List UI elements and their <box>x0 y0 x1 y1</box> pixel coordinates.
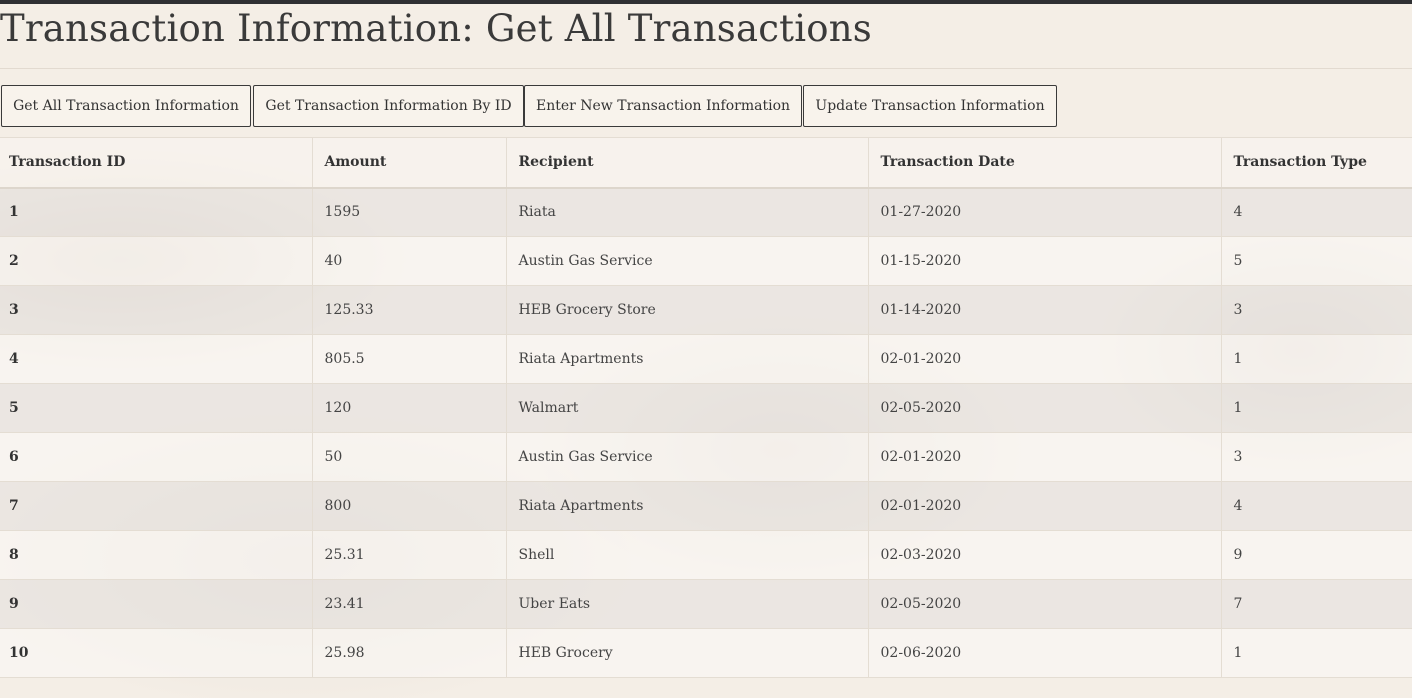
transaction-date-cell: 02-01-2020 <box>867 481 1221 531</box>
transaction-date-cell: 02-01-2020 <box>867 334 1221 384</box>
transaction-type-cell: 3 <box>1220 285 1412 335</box>
action-tabs: Get All Transaction Information Get Tran… <box>1 85 1057 127</box>
amount-cell: 120 <box>311 383 506 433</box>
column-header-transaction-id: Transaction ID <box>0 137 312 189</box>
table-row: 9 23.41 Uber Eats 02-05-2020 7 <box>0 579 1412 629</box>
transaction-date-cell: 01-15-2020 <box>867 236 1221 286</box>
column-header-recipient: Recipient <box>505 137 868 189</box>
transaction-date-cell: 02-05-2020 <box>867 383 1221 433</box>
amount-cell: 23.41 <box>311 579 506 629</box>
transaction-date-cell: 02-05-2020 <box>867 579 1221 629</box>
amount-cell: 1595 <box>311 187 506 237</box>
table-row: 7 800 Riata Apartments 02-01-2020 4 <box>0 481 1412 531</box>
transaction-type-cell: 1 <box>1220 383 1412 433</box>
enter-new-transaction-button[interactable]: Enter New Transaction Information <box>524 85 802 127</box>
recipient-cell: Riata <box>505 187 868 237</box>
table-body: 1 1595 Riata 01-27-2020 4 2 40 Austin Gas Servi… <box>0 187 1412 678</box>
top-bar <box>0 0 1412 4</box>
transaction-id-cell: 3 <box>0 285 312 335</box>
transaction-id-cell: 8 <box>0 530 312 580</box>
table-header-row: Transaction ID Amount Recipient Transact… <box>0 137 1412 189</box>
transaction-type-cell: 9 <box>1220 530 1412 580</box>
update-transaction-button[interactable]: Update Transaction Information <box>803 85 1057 127</box>
amount-cell: 125.33 <box>311 285 506 335</box>
table-row: 4 805.5 Riata Apartments 02-01-2020 1 <box>0 334 1412 384</box>
transaction-type-cell: 4 <box>1220 187 1412 237</box>
transaction-id-cell: 10 <box>0 628 312 678</box>
transaction-type-cell: 5 <box>1220 236 1412 286</box>
table-row: 8 25.31 Shell 02-03-2020 9 <box>0 530 1412 580</box>
recipient-cell: Shell <box>505 530 868 580</box>
transactions-table: Transaction ID Amount Recipient Transact… <box>0 137 1412 678</box>
recipient-cell: Walmart <box>505 383 868 433</box>
table-row: 3 125.33 HEB Grocery Store 01-14-2020 3 <box>0 285 1412 335</box>
transaction-id-cell: 7 <box>0 481 312 531</box>
table-row: 1 1595 Riata 01-27-2020 4 <box>0 187 1412 237</box>
column-header-amount: Amount <box>311 137 506 189</box>
column-header-transaction-date: Transaction Date <box>867 137 1221 189</box>
transaction-type-cell: 1 <box>1220 628 1412 678</box>
transaction-date-cell: 02-01-2020 <box>867 432 1221 482</box>
amount-cell: 25.98 <box>311 628 506 678</box>
transaction-id-cell: 9 <box>0 579 312 629</box>
table-row: 2 40 Austin Gas Service 01-15-2020 5 <box>0 236 1412 286</box>
transaction-id-cell: 1 <box>0 187 312 237</box>
get-transaction-by-id-button[interactable]: Get Transaction Information By ID <box>253 85 524 127</box>
recipient-cell: Austin Gas Service <box>505 236 868 286</box>
recipient-cell: HEB Grocery Store <box>505 285 868 335</box>
amount-cell: 805.5 <box>311 334 506 384</box>
recipient-cell: Riata Apartments <box>505 334 868 384</box>
transaction-date-cell: 01-27-2020 <box>867 187 1221 237</box>
amount-cell: 800 <box>311 481 506 531</box>
recipient-cell: Austin Gas Service <box>505 432 868 482</box>
page-title: Transaction Information: Get All Transac… <box>0 7 872 50</box>
table-row: 6 50 Austin Gas Service 02-01-2020 3 <box>0 432 1412 482</box>
transaction-date-cell: 02-06-2020 <box>867 628 1221 678</box>
title-divider <box>0 68 1412 69</box>
recipient-cell: Riata Apartments <box>505 481 868 531</box>
amount-cell: 40 <box>311 236 506 286</box>
get-all-transactions-button[interactable]: Get All Transaction Information <box>1 85 251 127</box>
transaction-date-cell: 02-03-2020 <box>867 530 1221 580</box>
transaction-id-cell: 4 <box>0 334 312 384</box>
amount-cell: 50 <box>311 432 506 482</box>
recipient-cell: HEB Grocery <box>505 628 868 678</box>
transaction-id-cell: 5 <box>0 383 312 433</box>
transaction-id-cell: 2 <box>0 236 312 286</box>
recipient-cell: Uber Eats <box>505 579 868 629</box>
transaction-type-cell: 3 <box>1220 432 1412 482</box>
transaction-type-cell: 7 <box>1220 579 1412 629</box>
transaction-type-cell: 1 <box>1220 334 1412 384</box>
amount-cell: 25.31 <box>311 530 506 580</box>
transaction-type-cell: 4 <box>1220 481 1412 531</box>
table-row: 5 120 Walmart 02-05-2020 1 <box>0 383 1412 433</box>
transaction-date-cell: 01-14-2020 <box>867 285 1221 335</box>
transaction-id-cell: 6 <box>0 432 312 482</box>
table-row: 10 25.98 HEB Grocery 02-06-2020 1 <box>0 628 1412 678</box>
column-header-transaction-type: Transaction Type <box>1220 137 1412 189</box>
